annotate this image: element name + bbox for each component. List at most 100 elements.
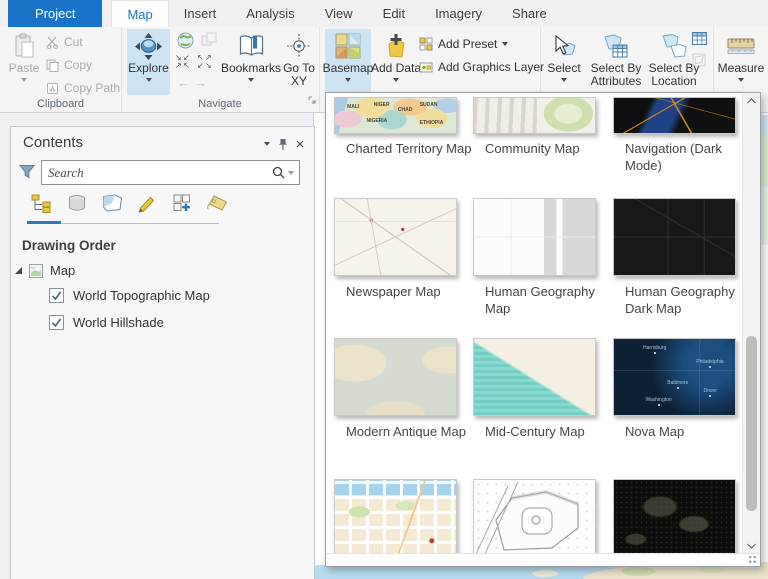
tab-map[interactable]: Map [111, 0, 169, 27]
tab-drawing-order[interactable] [29, 192, 55, 214]
arcgis-pro-window: Project Map Insert Analysis View Edit Im… [0, 0, 768, 579]
ribbon-tab-bar: Project Map Insert Analysis View Edit Im… [0, 0, 768, 28]
paste-caret [21, 78, 27, 82]
basemap-item-label: Mid-Century Map [485, 424, 585, 439]
select-by-location-icon [661, 31, 687, 61]
go-to-xy-button[interactable]: Go To XY [281, 29, 317, 95]
measure-button[interactable]: Measure [718, 29, 764, 95]
zoom-out-extent-icon[interactable]: ↖ ↗ ↙ ↘ [197, 54, 213, 70]
gallery-scrollbar[interactable] [742, 93, 760, 554]
basemap-item-mid-century[interactable] [473, 338, 596, 416]
search-options-caret[interactable] [288, 170, 294, 175]
full-extent-button[interactable] [177, 32, 194, 54]
expand-triangle-icon[interactable] [15, 267, 22, 274]
layer-row-topographic[interactable]: World Topographic Map [49, 288, 210, 303]
add-data-caret [393, 78, 399, 82]
add-preset-caret [502, 42, 509, 46]
tab-project[interactable]: Project [8, 0, 103, 27]
basemap-item-modern-antique[interactable] [334, 338, 457, 416]
basemap-item-navigation-dark[interactable] [613, 97, 736, 134]
panel-pin-icon[interactable] [276, 137, 290, 151]
layer-checkbox[interactable] [49, 315, 64, 330]
basemap-item-label: Nova Map [625, 424, 685, 439]
basemap-button[interactable]: Basemap [323, 29, 373, 95]
tab-view[interactable]: View [310, 0, 368, 27]
basemap-item-human-geography[interactable] [473, 198, 596, 276]
basemap-item-imagery-dark[interactable] [613, 479, 736, 554]
explore-compass-icon [135, 31, 162, 61]
contents-view-tabs [29, 190, 230, 214]
zoom-extent-buttons: ↘ ↙ ↗ ↖ ↖ ↗ ↙ ↘ [175, 54, 213, 70]
basemap-gallery-popup: MALI NIGER CHAD SUDAN NIGERIA ETHIOPIA C… [325, 92, 761, 567]
map-item-icon [29, 263, 43, 278]
select-by-attributes-button[interactable]: Select By Attributes [586, 29, 646, 95]
copy-path-button[interactable]: Copy Path [46, 79, 120, 97]
tab-insert[interactable]: Insert [169, 0, 232, 27]
scrollbar-thumb[interactable] [746, 336, 757, 511]
tab-labeling-view[interactable] [204, 192, 230, 214]
resize-grip-icon[interactable] [748, 555, 757, 564]
search-box [41, 160, 300, 185]
scroll-down-icon[interactable] [743, 543, 760, 549]
select-button[interactable]: Select [544, 29, 584, 95]
ribbon-group-navigate: Explore ↘ ↙ ↗ ↖ ↖ ↗ ↙ ↘ ←→ Bookmarks Go … [121, 27, 320, 112]
basemap-item-newspaper[interactable] [334, 198, 457, 276]
clip-tool-icon[interactable] [201, 32, 218, 54]
bookmarks-button[interactable]: Bookmarks [221, 29, 281, 95]
basemap-item-human-geography-dark[interactable] [613, 198, 736, 276]
basemap-item-nova[interactable]: Harrisburg Philadelphia Baltimore Washin… [613, 338, 736, 416]
tab-edit[interactable]: Edit [368, 0, 420, 27]
map-tree-item[interactable]: Map [15, 263, 75, 278]
previous-next-extent-buttons[interactable]: ←→ [177, 75, 211, 90]
gallery-footer [326, 553, 760, 566]
select-by-attributes-icon [603, 31, 629, 61]
tab-editing-view[interactable] [134, 192, 160, 214]
basemap-item-label: Modern Antique Map [346, 424, 466, 439]
drawing-order-heading: Drawing Order [22, 238, 116, 253]
cut-button[interactable]: Cut [46, 33, 83, 51]
copy-icon [46, 59, 59, 72]
basemap-item-streets[interactable] [334, 479, 457, 554]
layer-checkbox[interactable] [49, 288, 64, 303]
basemap-item-label: Human Geography Dark Map [625, 284, 735, 316]
zoom-in-extent-icon[interactable]: ↘ ↙ ↗ ↖ [175, 54, 191, 70]
add-data-button[interactable]: Add Data [371, 29, 421, 95]
copy-button[interactable]: Copy [46, 56, 92, 74]
tab-analysis[interactable]: Analysis [231, 0, 309, 27]
basemap-item-charted-territory[interactable]: MALI NIGER CHAD SUDAN NIGERIA ETHIOPIA [334, 97, 457, 134]
add-graphics-layer-icon [419, 62, 433, 72]
panel-close-icon[interactable]: × [293, 137, 307, 152]
go-to-xy-icon [287, 31, 311, 61]
tab-data-sources[interactable] [64, 192, 90, 214]
clear-selection-button[interactable] [692, 53, 706, 72]
measure-ruler-icon [727, 31, 755, 61]
cut-icon [46, 36, 58, 49]
search-input[interactable] [42, 164, 272, 181]
add-preset-icon [419, 37, 433, 51]
tab-selection-view[interactable] [99, 192, 125, 214]
paste-button[interactable]: Paste [4, 29, 44, 95]
tab-snapping-view[interactable] [169, 192, 195, 214]
add-graphics-layer-button[interactable]: Add Graphics Layer [419, 58, 544, 76]
tab-imagery[interactable]: Imagery [420, 0, 497, 27]
basemap-item-label: Human Geography Map [485, 284, 595, 316]
basemap-gallery-grid: MALI NIGER CHAD SUDAN NIGERIA ETHIOPIA C… [326, 93, 742, 554]
basemap-item-sketch[interactable] [473, 479, 596, 554]
filter-icon[interactable] [18, 164, 36, 184]
scroll-up-icon[interactable] [743, 98, 760, 104]
search-icon[interactable] [272, 166, 288, 179]
add-preset-button[interactable]: Add Preset [419, 35, 509, 53]
select-icon [552, 31, 577, 61]
basemap-item-label: Newspaper Map [346, 284, 441, 299]
tab-share[interactable]: Share [497, 0, 562, 27]
layer-row-hillshade[interactable]: World Hillshade [49, 315, 164, 330]
attributes-button[interactable] [692, 32, 707, 50]
copy-path-icon [47, 82, 58, 94]
basemap-item-community[interactable] [473, 97, 596, 134]
select-caret [561, 78, 567, 82]
attributes-table-icon [692, 32, 707, 45]
explore-button[interactable]: Explore [127, 29, 170, 95]
add-data-icon [383, 31, 409, 61]
panel-menu-caret[interactable] [260, 137, 274, 151]
map-islet [532, 570, 558, 577]
